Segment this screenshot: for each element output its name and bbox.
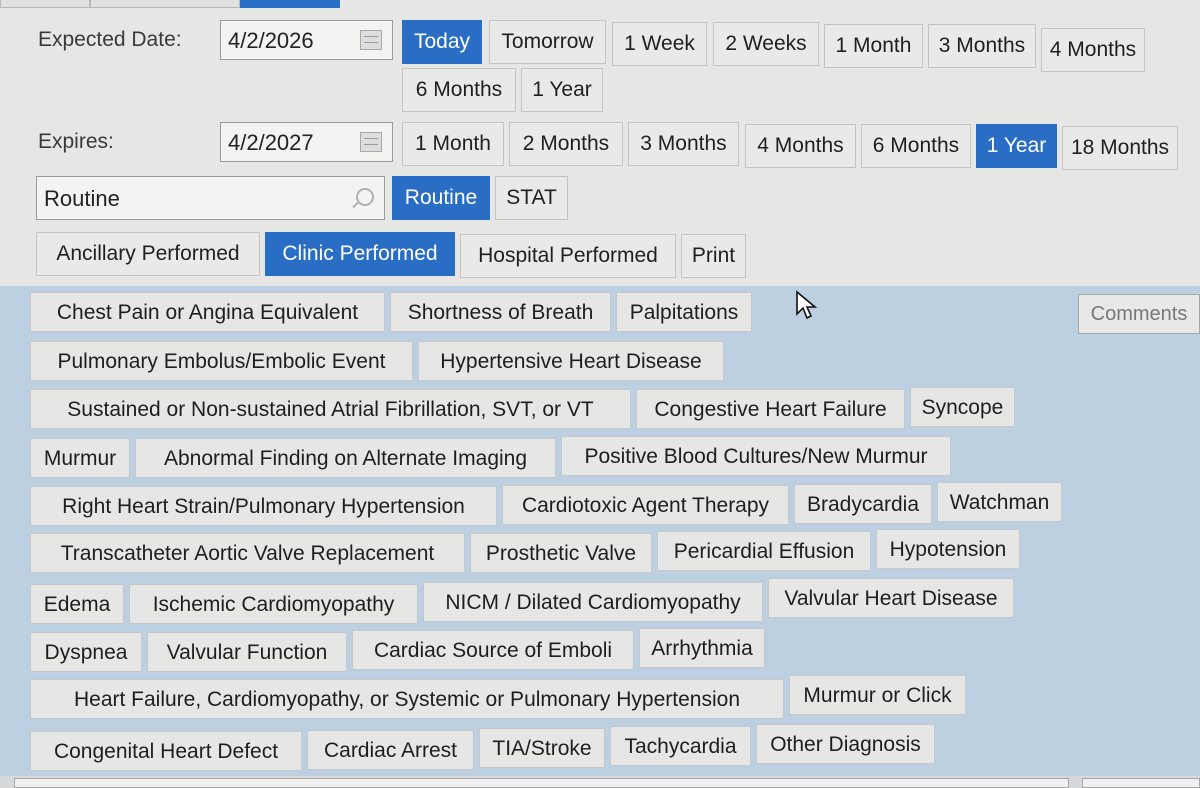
mouse-pointer-icon bbox=[796, 290, 818, 320]
diagnosis-button[interactable]: Heart Failure, Cardiomyopathy, or System… bbox=[30, 679, 784, 719]
expected-1-month-button[interactable]: 1 Month bbox=[824, 24, 923, 68]
diagnosis-button[interactable]: Watchman bbox=[937, 482, 1062, 522]
diagnosis-button[interactable]: Pulmonary Embolus/Embolic Event bbox=[30, 341, 413, 381]
diagnosis-button[interactable]: Hypertensive Heart Disease bbox=[418, 341, 724, 381]
diagnosis-button[interactable]: Congenital Heart Defect bbox=[30, 731, 302, 771]
ancillary-performed-button[interactable]: Ancillary Performed bbox=[36, 232, 260, 276]
expires-3-months-button[interactable]: 3 Months bbox=[628, 122, 739, 166]
diagnosis-button[interactable]: Transcatheter Aortic Valve Replacement bbox=[30, 533, 465, 573]
calendar-icon[interactable] bbox=[360, 30, 382, 50]
diagnosis-button[interactable]: NICM / Dilated Cardiomyopathy bbox=[423, 582, 763, 622]
diagnosis-button[interactable]: Hypotension bbox=[876, 529, 1020, 569]
top-tab-selected[interactable] bbox=[240, 0, 340, 8]
top-tab[interactable] bbox=[0, 0, 90, 8]
expected-tomorrow-button[interactable]: Tomorrow bbox=[489, 20, 606, 64]
diagnosis-button[interactable]: Pericardial Effusion bbox=[657, 531, 871, 571]
diagnosis-button[interactable]: Palpitations bbox=[616, 292, 752, 332]
diagnosis-button[interactable]: Abnormal Finding on Alternate Imaging bbox=[135, 438, 556, 478]
expires-1-year-button[interactable]: 1 Year bbox=[976, 124, 1057, 168]
diagnosis-button[interactable]: Congestive Heart Failure bbox=[636, 389, 905, 429]
expires-18-months-button[interactable]: 18 Months bbox=[1062, 126, 1178, 170]
bottom-field-strip bbox=[0, 776, 1200, 788]
priority-routine-button[interactable]: Routine bbox=[392, 176, 490, 220]
bottom-input[interactable] bbox=[14, 778, 1069, 788]
expected-date-value: 4/2/2026 bbox=[228, 28, 314, 53]
search-icon[interactable] bbox=[356, 188, 374, 206]
expected-6-months-button[interactable]: 6 Months bbox=[402, 68, 516, 112]
expires-6-months-button[interactable]: 6 Months bbox=[861, 124, 971, 168]
calendar-icon[interactable] bbox=[360, 132, 382, 152]
print-button[interactable]: Print bbox=[681, 234, 746, 278]
priority-value: Routine bbox=[44, 186, 120, 211]
diagnosis-button[interactable]: Dyspnea bbox=[30, 632, 142, 672]
diagnosis-button[interactable]: Other Diagnosis bbox=[756, 724, 935, 764]
order-options-panel: Expected Date: 4/2/2026 Today Tomorrow 1… bbox=[0, 0, 1200, 286]
top-tab[interactable] bbox=[90, 0, 240, 8]
diagnosis-button[interactable]: Ischemic Cardiomyopathy bbox=[129, 584, 418, 624]
diagnosis-button[interactable]: Positive Blood Cultures/New Murmur bbox=[561, 436, 951, 476]
diagnosis-button[interactable]: Prosthetic Valve bbox=[470, 533, 652, 573]
diagnosis-button[interactable]: Right Heart Strain/Pulmonary Hypertensio… bbox=[30, 486, 497, 526]
hospital-performed-button[interactable]: Hospital Performed bbox=[460, 234, 676, 278]
diagnosis-button[interactable]: Cardiac Source of Emboli bbox=[352, 630, 634, 670]
expected-date-field[interactable]: 4/2/2026 bbox=[220, 20, 393, 60]
expires-label: Expires: bbox=[38, 130, 114, 153]
clinic-performed-button[interactable]: Clinic Performed bbox=[265, 232, 455, 276]
expires-date-field[interactable]: 4/2/2027 bbox=[220, 122, 393, 162]
expected-1-year-button[interactable]: 1 Year bbox=[521, 68, 603, 112]
bottom-button[interactable] bbox=[1082, 778, 1200, 788]
diagnosis-button[interactable]: Syncope bbox=[910, 387, 1015, 427]
expected-1-week-button[interactable]: 1 Week bbox=[612, 22, 707, 66]
diagnosis-button[interactable]: Shortness of Breath bbox=[390, 292, 611, 332]
diagnosis-button[interactable]: Tachycardia bbox=[610, 726, 751, 766]
diagnosis-button[interactable]: Chest Pain or Angina Equivalent bbox=[30, 292, 385, 332]
diagnosis-button[interactable]: Valvular Heart Disease bbox=[768, 578, 1014, 618]
expected-date-label: Expected Date: bbox=[38, 28, 182, 51]
expected-today-button[interactable]: Today bbox=[402, 20, 482, 64]
expected-3-months-button[interactable]: 3 Months bbox=[928, 24, 1036, 68]
diagnosis-button[interactable]: Valvular Function bbox=[147, 632, 347, 672]
diagnosis-button[interactable]: Edema bbox=[30, 584, 124, 624]
diagnosis-button[interactable]: Bradycardia bbox=[794, 484, 932, 524]
comments-button[interactable]: Comments bbox=[1078, 294, 1200, 334]
expected-2-weeks-button[interactable]: 2 Weeks bbox=[713, 22, 819, 66]
top-tab-strip bbox=[0, 0, 340, 8]
expires-4-months-button[interactable]: 4 Months bbox=[745, 124, 856, 168]
diagnosis-button[interactable]: Murmur bbox=[30, 438, 130, 478]
priority-search-input[interactable]: Routine bbox=[36, 176, 385, 220]
expires-1-month-button[interactable]: 1 Month bbox=[402, 122, 504, 166]
diagnosis-button[interactable]: TIA/Stroke bbox=[479, 728, 605, 768]
diagnosis-button[interactable]: Cardiotoxic Agent Therapy bbox=[502, 485, 789, 525]
expected-4-months-button[interactable]: 4 Months bbox=[1041, 28, 1145, 72]
diagnosis-button[interactable]: Sustained or Non-sustained Atrial Fibril… bbox=[30, 389, 631, 429]
expires-2-months-button[interactable]: 2 Months bbox=[509, 122, 623, 166]
expires-date-value: 4/2/2027 bbox=[228, 130, 314, 155]
priority-stat-button[interactable]: STAT bbox=[495, 176, 568, 220]
diagnosis-button[interactable]: Arrhythmia bbox=[639, 628, 765, 668]
diagnosis-button[interactable]: Cardiac Arrest bbox=[307, 730, 474, 770]
diagnosis-button[interactable]: Murmur or Click bbox=[789, 675, 966, 715]
